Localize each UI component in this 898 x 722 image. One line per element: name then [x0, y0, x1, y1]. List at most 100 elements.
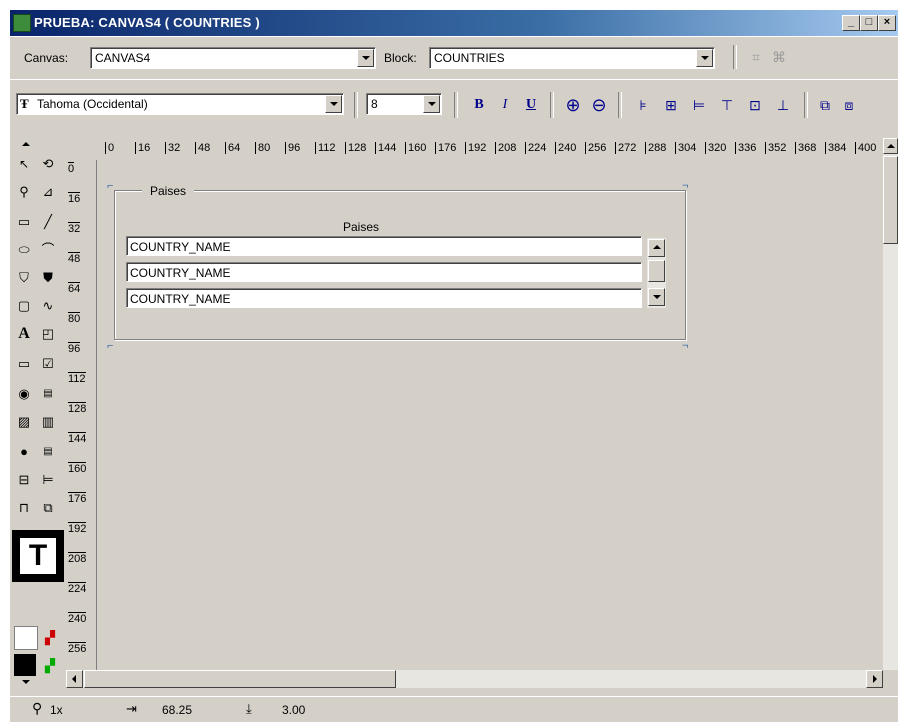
toolbar-separator — [618, 92, 622, 118]
canvas-vertical-scrollbar[interactable] — [883, 138, 898, 670]
block-select[interactable]: COUNTRIES — [429, 47, 715, 69]
reshape-icon[interactable]: ⊿ — [38, 182, 58, 202]
canvas-block-toolbar: Canvas: CANVAS4 Block: COUNTRIES ⌗ ⌘ — [10, 36, 898, 80]
text-icon[interactable]: A — [14, 324, 34, 344]
italic-button[interactable]: I — [494, 94, 516, 116]
canvas-dropdown-button[interactable] — [357, 49, 374, 67]
ruler-tick: 112 — [315, 142, 336, 154]
font-dropdown-button[interactable] — [325, 95, 342, 113]
ruler-tick: 256 — [585, 142, 606, 154]
line-color-icon[interactable]: ▞ — [40, 656, 60, 676]
scroll-down-button[interactable] — [648, 288, 665, 306]
window-title: PRUEBA: CANVAS4 ( COUNTRIES ) — [34, 15, 260, 30]
ruler-tick: 240 — [68, 612, 87, 625]
fill-color-icon[interactable]: ▞ — [40, 628, 60, 648]
group-icon[interactable]: ⌗ — [745, 46, 767, 68]
display-item-icon[interactable]: ▤ — [38, 442, 58, 462]
hierarchical-tree-icon[interactable]: ⊨ — [38, 470, 58, 490]
canvas-horizontal-scrollbar[interactable] — [66, 670, 883, 688]
ole-icon[interactable]: ● — [14, 442, 34, 462]
scroll-up-button[interactable] — [883, 138, 898, 154]
ruler-tick: 128 — [345, 142, 366, 154]
tab-canvas-icon[interactable]: ⊓ — [14, 498, 34, 518]
zoom-out-icon[interactable]: ⊖ — [588, 94, 610, 116]
ruler-tick: 176 — [435, 142, 456, 154]
block-dropdown-button[interactable] — [696, 49, 713, 67]
ruler-tick: 368 — [795, 142, 816, 154]
align-bottom-icon[interactable]: ⊥ — [772, 94, 794, 116]
record-scrollbar[interactable] — [647, 238, 666, 308]
ruler-tick: 320 — [705, 142, 726, 154]
arc-icon[interactable]: ⌒ — [38, 240, 58, 260]
country-name-field[interactable]: COUNTRY_NAME — [126, 262, 642, 282]
rounded-rectangle-icon[interactable]: ▢ — [14, 296, 34, 316]
ruler-tick: 224 — [525, 142, 546, 154]
rectangle-icon[interactable]: ▭ — [14, 212, 34, 232]
close-button[interactable]: × — [878, 15, 896, 31]
fill-color-swatch[interactable] — [14, 626, 38, 650]
text-item-icon[interactable]: ▤ — [38, 384, 58, 404]
image-icon[interactable]: ▨ — [14, 412, 34, 432]
align-center-icon[interactable]: ⊞ — [660, 94, 682, 116]
align-middle-icon[interactable]: ⊡ — [744, 94, 766, 116]
freehand-icon[interactable]: ∿ — [38, 296, 58, 316]
font-size-select[interactable]: 8 — [366, 93, 442, 115]
country-name-field[interactable]: COUNTRY_NAME — [126, 288, 642, 308]
chevron-down-icon — [428, 102, 436, 106]
scroll-down-icon[interactable] — [16, 672, 36, 692]
font-select[interactable]: Tahoma (Occidental) Ŧ — [16, 93, 344, 115]
same-size-icon[interactable]: ⧉ — [814, 94, 836, 116]
polygon-icon[interactable]: ⛉ — [14, 268, 34, 288]
ruler-tick: 192 — [68, 522, 87, 535]
zoom-level: 1x — [50, 703, 63, 717]
frame-title: Paises — [142, 184, 195, 198]
same-width-icon[interactable]: ⧈ — [838, 94, 860, 116]
restore-button[interactable]: □ — [860, 15, 878, 31]
ruler-tick: 0 — [68, 162, 75, 175]
text-tool-preview[interactable]: T — [12, 530, 64, 582]
ruler-tick: 208 — [495, 142, 516, 154]
chevron-up-icon — [653, 245, 661, 249]
canvas-select[interactable]: CANVAS4 — [90, 47, 376, 69]
stacked-canvas-icon[interactable]: ⧉ — [38, 498, 58, 518]
scroll-thumb[interactable] — [883, 156, 898, 244]
button-icon[interactable]: ▭ — [14, 354, 34, 374]
y-position-value: 3.00 — [282, 703, 306, 717]
rotate-icon[interactable]: ⟲ — [38, 154, 58, 174]
canvas-area[interactable]: Paises ⌐ ⌐ ¬ ¬ Paises COUNTRY_NAME COUNT… — [97, 160, 883, 670]
scroll-thumb[interactable] — [648, 260, 665, 282]
minimize-button[interactable]: _ — [842, 15, 860, 31]
size-dropdown-button[interactable] — [423, 95, 440, 113]
scroll-up-button[interactable] — [648, 239, 665, 257]
line-icon[interactable]: ╱ — [38, 212, 58, 232]
title-bar: PRUEBA: CANVAS4 ( COUNTRIES ) _ □ × — [10, 10, 898, 36]
list-item-icon[interactable]: ⊟ — [14, 470, 34, 490]
underline-button[interactable]: U — [520, 94, 542, 116]
ellipse-icon[interactable]: ⬭ — [14, 240, 34, 260]
polyline-icon[interactable]: ⛊ — [38, 268, 58, 288]
checkbox-icon[interactable]: ☑ — [38, 354, 58, 374]
radio-button-icon[interactable]: ◉ — [14, 384, 34, 404]
magnify-icon[interactable]: ⚲ — [14, 182, 34, 202]
zoom-in-icon[interactable]: ⊕ — [562, 94, 584, 116]
scroll-left-button[interactable] — [66, 670, 83, 688]
ruler-tick: 304 — [675, 142, 696, 154]
align-left-icon[interactable]: ⊧ — [632, 94, 654, 116]
frame-corner-marker: ⌐ — [107, 340, 114, 352]
ungroup-icon[interactable]: ⌘ — [768, 46, 790, 68]
scroll-right-button[interactable] — [866, 670, 883, 688]
scroll-up-icon[interactable] — [16, 134, 36, 154]
bold-button[interactable]: B — [468, 94, 490, 116]
select-icon[interactable]: ↖ — [14, 154, 34, 174]
scroll-thumb[interactable] — [84, 670, 396, 688]
align-top-icon[interactable]: ⊤ — [716, 94, 738, 116]
country-name-field[interactable]: COUNTRY_NAME — [126, 236, 642, 256]
block-label: Block: — [384, 51, 417, 65]
toolbar-separator — [733, 45, 737, 69]
align-right-icon[interactable]: ⊨ — [688, 94, 710, 116]
ruler-tick: 160 — [405, 142, 426, 154]
ruler-tick: 80 — [68, 312, 81, 325]
ruler-tick: 128 — [68, 402, 87, 415]
chart-icon[interactable]: ▥ — [38, 412, 58, 432]
frame-icon[interactable]: ◰ — [38, 324, 58, 344]
